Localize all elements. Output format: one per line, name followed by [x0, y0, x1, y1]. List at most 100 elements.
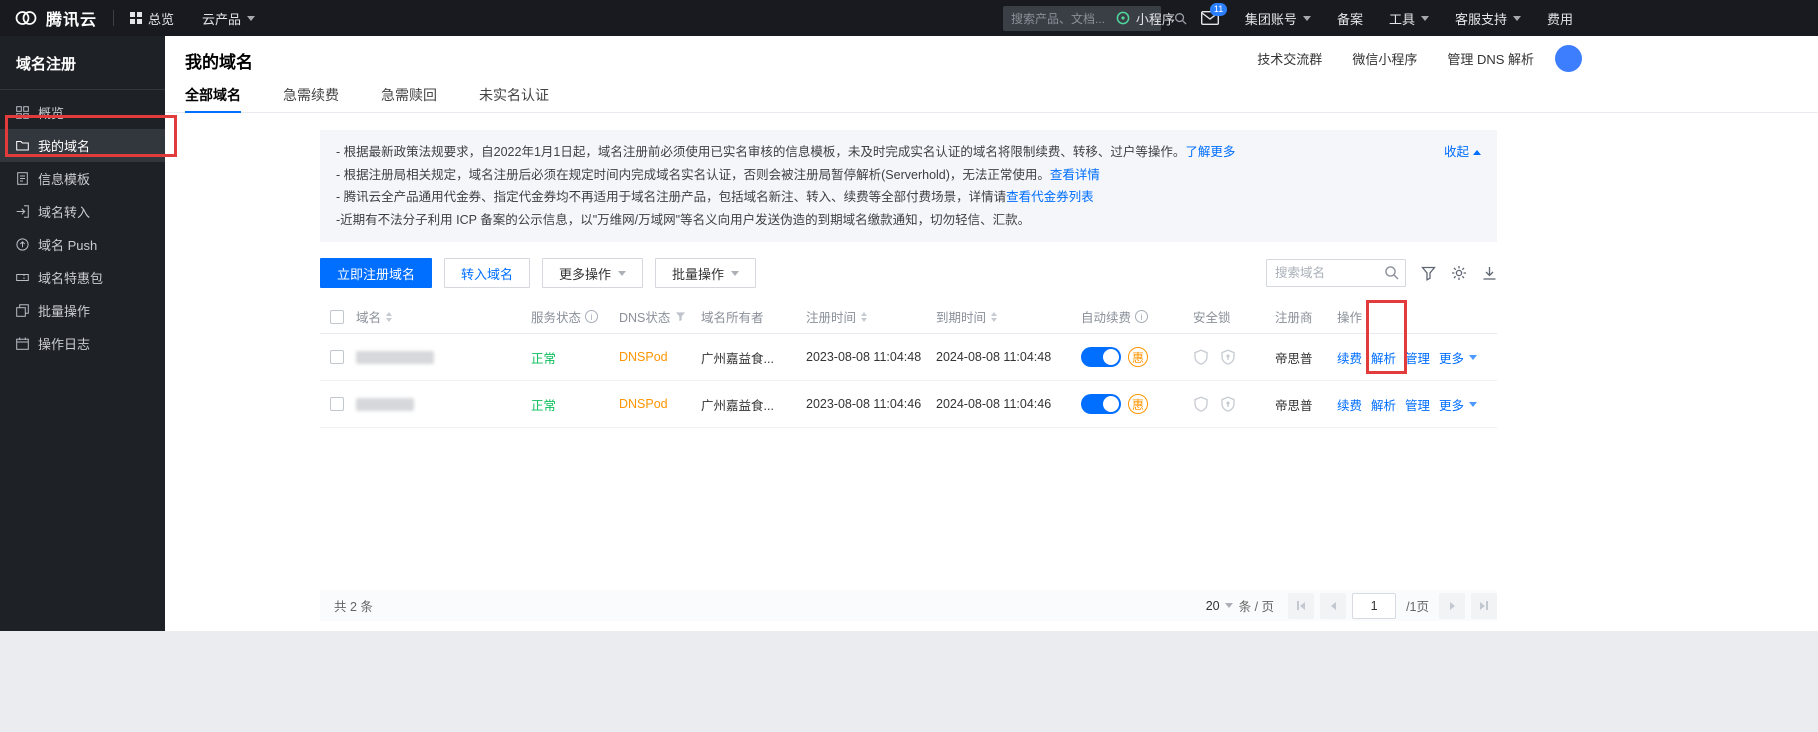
tab-urgent-redeem[interactable]: 急需赎回 — [381, 80, 437, 113]
more-actions-link[interactable]: 更多 — [1439, 348, 1477, 367]
collapse-label: 收起 — [1444, 141, 1469, 164]
notice-text: - 根据最新政策法规要求，自2022年1月1日起，域名注册前必须使用已实名审核的… — [336, 145, 1185, 159]
tab-all-domains[interactable]: 全部域名 — [185, 80, 241, 113]
sidebar-item-domain-push[interactable]: 域名 Push — [0, 228, 165, 261]
wechat-miniprogram-link[interactable]: 微信小程序 — [1352, 49, 1417, 68]
discount-badge[interactable]: 惠 — [1128, 347, 1148, 367]
shield-icon[interactable] — [1193, 396, 1209, 413]
download-icon[interactable] — [1482, 266, 1497, 281]
page-background — [0, 631, 1818, 732]
sort-icon[interactable] — [386, 312, 392, 322]
chevron-down-icon — [1303, 16, 1311, 21]
domain-search[interactable] — [1266, 259, 1406, 287]
dns-resolve-link[interactable]: 解析 — [1371, 395, 1396, 414]
sidebar-item-label: 操作日志 — [38, 334, 90, 353]
nav-tools[interactable]: 工具 — [1389, 9, 1429, 28]
row-checkbox[interactable] — [330, 397, 344, 411]
nav-products-label: 云产品 — [202, 9, 241, 28]
registrar-name: 帝思普 — [1275, 395, 1313, 414]
chevron-up-icon — [1473, 150, 1481, 155]
search-icon[interactable] — [1384, 265, 1399, 280]
notice-line: - 腾讯云全产品通用代金券、指定代金券均不再适用于域名注册产品，包括域名新注、转… — [336, 186, 1481, 209]
sidebar-item-label: 域名转入 — [38, 202, 90, 221]
notice-panel: - 根据最新政策法规要求，自2022年1月1日起，域名注册前必须使用已实名审核的… — [320, 130, 1497, 242]
tech-group-link[interactable]: 技术交流群 — [1257, 49, 1322, 68]
batch-operations-dropdown[interactable]: 批量操作 — [655, 258, 756, 288]
page-size-dropdown[interactable]: 20 — [1206, 599, 1233, 613]
nav-overview[interactable]: 总览 — [130, 9, 174, 28]
collapse-button[interactable]: 收起 — [1444, 141, 1481, 164]
discount-badge[interactable]: 惠 — [1128, 394, 1148, 414]
manage-link[interactable]: 管理 — [1405, 395, 1430, 414]
renew-link[interactable]: 续费 — [1337, 348, 1362, 367]
transfer-in-icon — [16, 205, 29, 218]
col-reg-time: 注册时间 — [806, 307, 856, 326]
nav-beian-label: 备案 — [1337, 9, 1363, 28]
next-page-button[interactable] — [1439, 593, 1465, 619]
notice-line: - 根据注册局相关规定，域名注册后必须在规定时间内完成域名实名认证，否则会被注册… — [336, 164, 1481, 187]
sort-icon[interactable] — [991, 312, 997, 322]
filter-icon[interactable] — [1421, 266, 1436, 281]
dns-resolve-link[interactable]: 解析 — [1371, 348, 1396, 367]
sidebar-item-transfer-in[interactable]: 域名转入 — [0, 195, 165, 228]
page-number-input[interactable] — [1352, 593, 1396, 619]
learn-more-link[interactable]: 了解更多 — [1185, 145, 1235, 159]
shield-icon[interactable] — [1220, 349, 1236, 366]
transfer-domain-button[interactable]: 转入域名 — [444, 258, 530, 288]
shield-icon[interactable] — [1193, 349, 1209, 366]
sidebar-item-batch-operations[interactable]: 批量操作 — [0, 294, 165, 327]
sidebar-item-my-domains[interactable]: 我的域名 — [0, 129, 165, 162]
prev-page-button[interactable] — [1320, 593, 1346, 619]
nav-miniprogram[interactable]: 小程序 — [1116, 9, 1175, 28]
sidebar-item-discount-package[interactable]: 域名特惠包 — [0, 261, 165, 294]
info-icon[interactable] — [585, 310, 598, 323]
folder-icon — [16, 139, 29, 152]
info-icon[interactable] — [1135, 310, 1148, 323]
auto-renew-toggle[interactable] — [1081, 347, 1121, 367]
dns-status: DNSPod — [619, 397, 668, 411]
row-checkbox[interactable] — [330, 350, 344, 364]
settings-gear-icon[interactable] — [1451, 265, 1467, 281]
nav-beian[interactable]: 备案 — [1337, 9, 1363, 28]
document-icon — [16, 172, 29, 185]
sidebar-menu: 概览 我的域名 信息模板 域名转入 域名 Push 域名特惠包 批量操作 操作 — [0, 90, 165, 360]
sidebar-item-operation-logs[interactable]: 操作日志 — [0, 327, 165, 360]
service-status: 正常 — [531, 395, 556, 414]
last-page-button[interactable] — [1471, 593, 1497, 619]
nav-billing[interactable]: 费用 — [1547, 9, 1573, 28]
manage-link[interactable]: 管理 — [1405, 348, 1430, 367]
nav-products[interactable]: 云产品 — [202, 9, 255, 28]
chevron-down-icon — [1469, 355, 1477, 360]
miniprogram-icon — [1116, 11, 1130, 25]
tab-not-verified[interactable]: 未实名认证 — [479, 80, 549, 113]
first-page-button[interactable] — [1288, 593, 1314, 619]
view-details-link[interactable]: 查看详情 — [1050, 168, 1100, 182]
notice-text: - 根据注册局相关规定，域名注册后必须在规定时间内完成域名实名认证，否则会被注册… — [336, 168, 1050, 182]
shield-icon[interactable] — [1220, 396, 1236, 413]
renew-link[interactable]: 续费 — [1337, 395, 1362, 414]
more-operations-dropdown[interactable]: 更多操作 — [542, 258, 643, 288]
filter-icon[interactable] — [675, 311, 686, 322]
brand[interactable]: 腾讯云 — [0, 6, 97, 30]
sort-icon[interactable] — [861, 312, 867, 322]
nav-messages[interactable]: 11 — [1201, 11, 1219, 25]
voucher-list-link[interactable]: 查看代金券列表 — [1006, 190, 1094, 204]
tab-urgent-renewal[interactable]: 急需续费 — [283, 80, 339, 113]
chevron-down-icon — [1421, 16, 1429, 21]
more-actions-link[interactable]: 更多 — [1439, 395, 1477, 414]
sidebar-item-info-template[interactable]: 信息模板 — [0, 162, 165, 195]
nav-support[interactable]: 客服支持 — [1455, 9, 1521, 28]
expiration-time: 2024-08-08 11:04:48 — [936, 350, 1051, 364]
sidebar-item-overview[interactable]: 概览 — [0, 96, 165, 129]
auto-renew-toggle[interactable] — [1081, 394, 1121, 414]
notice-text: -近期有不法分子利用 ICP 备案的公示信息，以"万维网/万域网"等名义向用户发… — [336, 213, 1030, 227]
page-header: 我的域名 技术交流群 微信小程序 管理 DNS 解析 — [165, 36, 1818, 80]
chevron-down-icon — [1225, 603, 1233, 608]
total-pages-label: /1页 — [1406, 596, 1429, 615]
register-domain-button[interactable]: 立即注册域名 — [320, 258, 432, 288]
manage-dns-link[interactable]: 管理 DNS 解析 — [1447, 49, 1534, 68]
select-all-checkbox[interactable] — [330, 310, 344, 324]
avatar[interactable] — [1555, 45, 1582, 72]
chevron-down-icon — [731, 271, 739, 276]
nav-group-account[interactable]: 集团账号 — [1245, 9, 1311, 28]
